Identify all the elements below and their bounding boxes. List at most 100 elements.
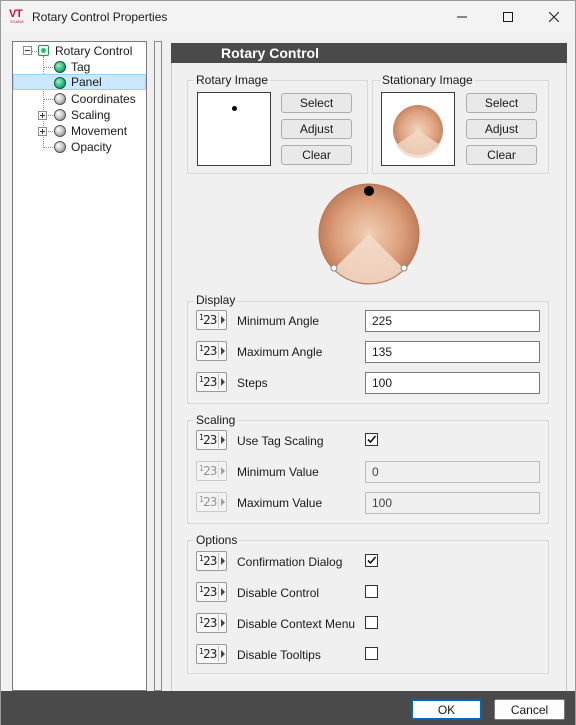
numeric-icon: 123 — [199, 313, 217, 327]
numeric-entry-button[interactable]: 123 — [196, 372, 227, 392]
min-angle-handle[interactable] — [330, 264, 338, 272]
dropdown-arrow-icon — [218, 584, 226, 600]
numeric-entry-button[interactable]: 123 — [196, 613, 227, 633]
rotary-select-button[interactable]: Select — [281, 93, 352, 113]
tree-item-movement[interactable]: Movement — [69, 123, 127, 139]
tree-item-tag[interactable]: Tag — [69, 59, 90, 75]
gray-node-icon — [54, 93, 66, 105]
numeric-icon: 123 — [199, 616, 217, 630]
group-title: Stationary Image — [380, 73, 475, 87]
rotary-adjust-button[interactable]: Adjust — [281, 119, 352, 139]
dropdown-arrow-icon — [218, 646, 226, 662]
group-title: Display — [194, 293, 238, 307]
numeric-entry-button[interactable]: 123 — [196, 341, 227, 361]
app-logo-icon: VT SCADA — [9, 8, 24, 24]
disable-context-menu-checkbox[interactable] — [365, 616, 378, 629]
property-tree[interactable]: Rotary Control Tag Panel Coordinates Sca… — [12, 41, 147, 691]
knob-dot-icon — [232, 106, 237, 111]
numeric-icon: 123 — [199, 375, 217, 389]
minimize-icon — [457, 16, 467, 18]
minimum-angle-label: Minimum Angle — [237, 314, 320, 328]
numeric-icon: 123 — [199, 585, 217, 599]
minimum-value-input[interactable]: 0 — [365, 461, 540, 483]
green-node-icon — [54, 61, 66, 73]
numeric-icon: 123 — [199, 554, 217, 568]
minimum-value-label: Minimum Value — [237, 465, 319, 479]
tree-item-opacity[interactable]: Opacity — [69, 139, 112, 155]
section-title: Rotary Control — [221, 45, 319, 61]
disable-control-label: Disable Control — [237, 586, 320, 600]
dropdown-arrow-icon — [218, 432, 226, 448]
gray-node-icon — [54, 125, 66, 137]
tree-item-rotary-control[interactable]: Rotary Control — [53, 43, 132, 59]
minimum-angle-input[interactable]: 225 — [365, 310, 540, 332]
use-tag-scaling-checkbox[interactable] — [365, 433, 378, 446]
rotary-image-preview — [197, 92, 271, 166]
minimize-button[interactable] — [439, 1, 485, 33]
rotary-clear-button[interactable]: Clear — [281, 145, 352, 165]
expand-icon[interactable] — [38, 127, 47, 136]
numeric-entry-button[interactable]: 123 — [196, 310, 227, 330]
panel-splitter[interactable] — [154, 41, 162, 691]
close-icon — [549, 12, 559, 22]
maximum-angle-input[interactable]: 135 — [365, 341, 540, 363]
copper-dial-icon — [393, 105, 443, 159]
numeric-entry-button[interactable]: 123 — [196, 551, 227, 571]
maximum-value-input[interactable]: 100 — [365, 492, 540, 514]
numeric-entry-button[interactable]: 123 — [196, 461, 227, 481]
numeric-entry-button[interactable]: 123 — [196, 430, 227, 450]
maximum-angle-label: Maximum Angle — [237, 345, 323, 359]
green-node-icon — [54, 77, 66, 89]
tree-item-coordinates[interactable]: Coordinates — [69, 91, 136, 107]
dropdown-arrow-icon — [218, 615, 226, 631]
numeric-entry-button[interactable]: 123 — [196, 644, 227, 664]
cancel-button[interactable]: Cancel — [494, 699, 565, 720]
confirmation-dialog-checkbox[interactable] — [365, 554, 378, 567]
properties-dialog: VT SCADA Rotary Control Properties Rotar… — [0, 0, 576, 725]
maximize-button[interactable] — [485, 1, 531, 33]
tree-item-label: Panel — [71, 75, 102, 89]
use-tag-scaling-label: Use Tag Scaling — [237, 434, 324, 448]
dropdown-arrow-icon — [218, 374, 226, 390]
ok-button[interactable]: OK — [411, 699, 482, 720]
gray-node-icon — [54, 141, 66, 153]
numeric-entry-button[interactable]: 123 — [196, 492, 227, 512]
dropdown-arrow-icon — [218, 343, 226, 359]
dropdown-arrow-icon — [218, 312, 226, 328]
max-angle-handle[interactable] — [400, 264, 408, 272]
section-header: Rotary Control — [171, 43, 567, 63]
steps-input[interactable]: 100 — [365, 372, 540, 394]
tree-item-label: Rotary Control — [55, 44, 133, 58]
dropdown-arrow-icon — [218, 463, 226, 479]
checkmark-icon — [367, 556, 377, 565]
tree-item-label: Movement — [71, 124, 128, 138]
dialog-footer: OK Cancel — [1, 691, 575, 725]
tree-item-panel[interactable]: Panel — [13, 74, 146, 90]
disable-context-menu-label: Disable Context Menu — [237, 617, 356, 631]
tree-item-label: Scaling — [71, 108, 111, 122]
tree-item-scaling[interactable]: Scaling — [69, 107, 110, 123]
gray-node-icon — [54, 109, 66, 121]
expand-icon[interactable] — [38, 111, 47, 120]
close-button[interactable] — [531, 1, 576, 33]
dropdown-arrow-icon — [218, 494, 226, 510]
stationary-adjust-button[interactable]: Adjust — [466, 119, 537, 139]
tree-item-label: Opacity — [71, 140, 112, 154]
group-title: Options — [194, 533, 240, 547]
window-title: Rotary Control Properties — [32, 10, 168, 24]
stationary-select-button[interactable]: Select — [466, 93, 537, 113]
disable-tooltips-checkbox[interactable] — [365, 647, 378, 660]
confirmation-dialog-label: Confirmation Dialog — [237, 555, 343, 569]
steps-label: Steps — [237, 376, 268, 390]
numeric-entry-button[interactable]: 123 — [196, 582, 227, 602]
stationary-clear-button[interactable]: Clear — [466, 145, 537, 165]
tree-item-label: Tag — [71, 60, 91, 74]
stationary-image-preview — [381, 92, 455, 166]
tree-item-label: Coordinates — [71, 92, 136, 106]
group-title: Rotary Image — [194, 73, 271, 87]
numeric-icon: 123 — [199, 647, 217, 661]
title-bar[interactable]: VT SCADA Rotary Control Properties — [1, 1, 575, 33]
collapse-icon[interactable] — [23, 46, 32, 55]
disable-control-checkbox[interactable] — [365, 585, 378, 598]
numeric-icon: 123 — [199, 464, 217, 478]
